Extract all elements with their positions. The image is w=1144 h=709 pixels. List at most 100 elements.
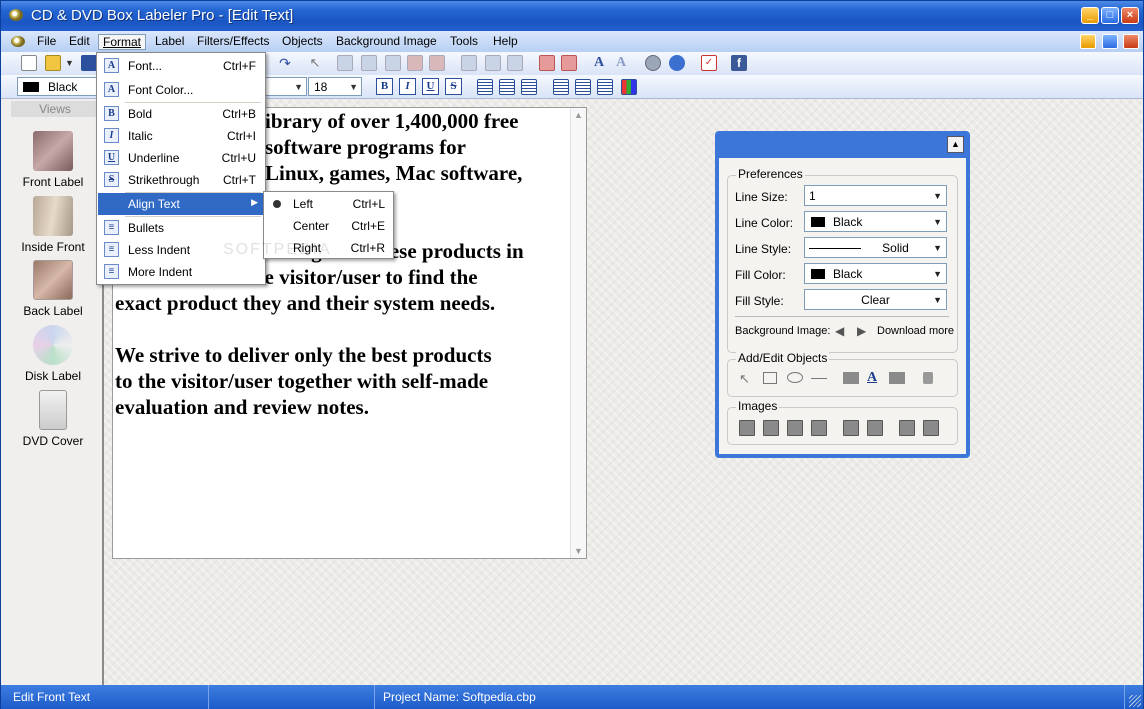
view-back-label[interactable]: Back Label [5,260,101,318]
fill-color-select[interactable]: Black ▼ [804,263,947,284]
minimize-button[interactable]: _ [1081,7,1099,24]
image-tool-icon-1[interactable] [337,55,353,71]
view-front-label[interactable]: Front Label [5,131,101,189]
underline-button[interactable]: U [422,78,439,95]
menu-item-bullets[interactable]: ≡ Bullets [98,217,264,239]
italic-button[interactable]: I [399,78,416,95]
resize-grip-icon[interactable] [1129,695,1141,707]
lock-icon[interactable] [923,372,933,384]
fill-rect-tool-icon[interactable] [843,372,859,384]
scroll-down-icon[interactable]: ▼ [574,546,583,556]
menu-label[interactable]: Label [151,34,188,50]
delete-image-icon[interactable] [407,55,423,71]
menu-objects[interactable]: Objects [278,34,327,50]
scroll-up-icon[interactable]: ▲ [574,110,583,120]
document-menu-icon[interactable] [11,36,25,47]
image-icon-1[interactable] [739,420,755,436]
checklist-icon[interactable]: ✓ [701,55,717,71]
text-effect-icon[interactable]: A [613,55,629,71]
editor-scrollbar[interactable]: ▲ ▼ [570,108,586,558]
line-color-select[interactable]: Black ▼ [804,211,947,232]
rectangle-tool-icon[interactable] [763,372,777,384]
mdi-minimize-button[interactable] [1080,34,1097,49]
menu-item-bold[interactable]: B Bold Ctrl+B [98,103,264,125]
menu-item-more-indent[interactable]: ≡ More Indent [98,261,264,283]
view-dvd-cover[interactable]: DVD Cover [5,390,101,448]
open-folder-icon[interactable] [45,55,61,71]
image-icon-3[interactable] [787,420,803,436]
menu-file[interactable]: File [33,34,60,50]
view-disk-label[interactable]: Disk Label [5,325,101,383]
layer-icon-3[interactable] [507,55,523,71]
image-icon-7[interactable] [899,420,915,436]
image-icon-8[interactable] [923,420,939,436]
menu-background-image[interactable]: Background Image [332,34,441,50]
menu-format[interactable]: Format [98,34,147,50]
properties-panel-header[interactable]: ▲ [715,131,970,157]
menu-help[interactable]: Help [489,34,522,50]
layer-icon-2[interactable] [485,55,501,71]
menu-item-strikethrough[interactable]: S Strikethrough Ctrl+T [98,169,264,191]
less-indent-icon[interactable] [575,79,591,95]
filter-icon-1[interactable] [539,55,555,71]
redo-icon[interactable]: ↷ [277,55,293,71]
image-icon-2[interactable] [763,420,779,436]
image-icon-4[interactable] [811,420,827,436]
previous-arrow-icon[interactable]: ◀ [835,324,844,338]
menu-item-align-text[interactable]: Align Text ▶ [98,193,264,215]
select-pointer-icon[interactable]: ↖ [739,371,755,387]
image-tool-icon-2[interactable] [361,55,377,71]
app-icon[interactable] [9,9,23,21]
strikethrough-button[interactable]: S [445,78,462,95]
download-more-link[interactable]: Download more [877,325,954,337]
text-object-icon[interactable]: A [867,370,883,386]
line-tool-icon[interactable] [811,378,827,379]
cut-image-icon[interactable] [429,55,445,71]
filter-icon-2[interactable] [561,55,577,71]
ellipse-tool-icon[interactable] [787,372,803,383]
align-left-icon[interactable] [477,79,493,95]
web-icon[interactable] [669,55,685,71]
layer-icon-1[interactable] [461,55,477,71]
title-bar[interactable]: CD & DVD Box Labeler Pro - [Edit Text] _… [1,1,1143,31]
more-indent-icon[interactable] [597,79,613,95]
save-icon[interactable] [81,55,97,71]
menu-filters-effects[interactable]: Filters/Effects [193,34,273,50]
mdi-close-button[interactable] [1123,34,1139,49]
maximize-button[interactable]: □ [1101,7,1119,24]
bold-button[interactable]: B [376,78,393,95]
menu-item-font-color[interactable]: A Font Color... [98,79,264,101]
line-style-select[interactable]: Solid ▼ [804,237,947,258]
menu-item-underline[interactable]: U Underline Ctrl+U [98,147,264,169]
next-arrow-icon[interactable]: ▶ [857,324,866,338]
view-inside-front[interactable]: Inside Front [5,196,101,254]
text-color-select[interactable]: Black [17,77,105,96]
text-color-icon[interactable] [621,79,637,95]
font-size-select[interactable]: 18 ▼ [308,77,362,96]
line-size-select[interactable]: 1 ▼ [804,185,947,206]
collapse-toggle-icon[interactable]: ▲ [947,136,964,153]
image-object-icon[interactable] [889,372,905,384]
align-center-icon[interactable] [499,79,515,95]
submenu-item-center[interactable]: Center Ctrl+E [265,215,393,237]
text-tool-icon[interactable]: A [591,55,607,71]
image-icon-6[interactable] [867,420,883,436]
submenu-item-left[interactable]: Left Ctrl+L [265,193,393,215]
align-right-icon[interactable] [521,79,537,95]
mdi-restore-button[interactable] [1101,34,1118,49]
menu-tools[interactable]: Tools [446,34,482,50]
printer-icon[interactable] [645,55,661,71]
fill-style-select[interactable]: Clear ▼ [804,289,947,310]
image-tool-icon-3[interactable] [385,55,401,71]
menu-item-font[interactable]: A Font... Ctrl+F [98,55,264,77]
menu-edit[interactable]: Edit [65,34,94,50]
bullets-icon[interactable] [553,79,569,95]
close-button[interactable]: × [1121,7,1139,24]
facebook-icon[interactable]: f [731,55,747,71]
image-icon-5[interactable] [843,420,859,436]
pointer-icon[interactable]: ↖ [307,55,323,71]
menu-item-italic[interactable]: I Italic Ctrl+I [98,125,264,147]
font-family-select[interactable]: ▼ [265,77,307,96]
new-file-icon[interactable] [21,55,37,71]
open-dropdown-icon[interactable]: ▼ [65,55,75,71]
